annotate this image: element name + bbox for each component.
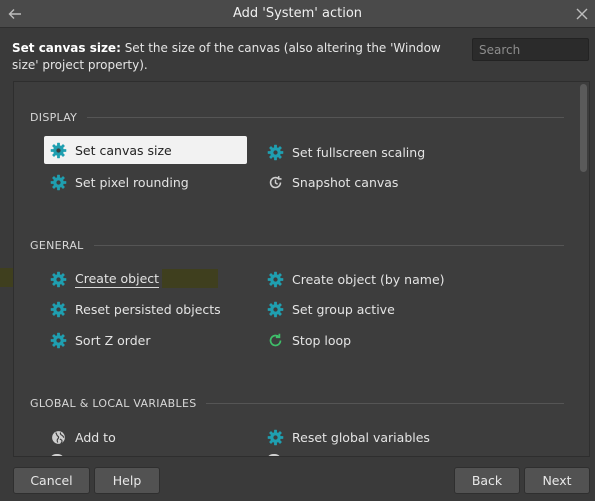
action-description: Set canvas size: Set the size of the can… — [12, 40, 460, 74]
gear-icon — [50, 174, 67, 191]
action-reset-persisted-objects[interactable]: Reset persisted objects — [44, 295, 254, 323]
gear-icon — [50, 301, 67, 318]
back-button[interactable]: Back — [454, 467, 520, 494]
section-header-variables: GLOBAL & LOCAL VARIABLES — [30, 395, 564, 411]
section-divider — [87, 116, 564, 118]
action-label: Set canvas size — [75, 142, 172, 158]
action-label: Create object — [75, 270, 160, 288]
gear-icon — [267, 429, 284, 446]
section-label-display: DISPLAY — [30, 110, 78, 124]
scrollbar[interactable] — [580, 84, 587, 454]
action-label: Create object (by name) — [292, 271, 445, 287]
gear-icon — [50, 142, 67, 159]
action-set-pixel-rounding[interactable]: Set pixel rounding — [44, 168, 244, 196]
action-set-canvas-size[interactable]: Set canvas size — [44, 136, 247, 164]
section-header-display: DISPLAY — [30, 109, 564, 125]
action-list-panel[interactable]: DISPLAY Set canvas size Set fullscreen s… — [13, 81, 590, 457]
action-label: Stop loop — [292, 332, 352, 348]
action-label: Reset persisted objects — [75, 301, 221, 317]
section-divider — [93, 244, 564, 246]
action-set-fullscreen-scaling[interactable]: Set fullscreen scaling — [261, 138, 501, 166]
search-input[interactable] — [472, 38, 589, 61]
action-add-to[interactable]: Add to — [44, 423, 244, 451]
section-label-general: GENERAL — [30, 238, 84, 252]
partial-icon — [50, 454, 64, 456]
gear-icon — [267, 144, 284, 161]
action-label: Add to — [75, 429, 116, 445]
action-label: Set fullscreen scaling — [292, 144, 426, 160]
section-divider — [206, 402, 564, 404]
globe-icon — [50, 429, 67, 446]
action-label: Snapshot canvas — [292, 174, 399, 190]
action-label: Set pixel rounding — [75, 174, 189, 190]
action-set-group-active[interactable]: Set group active — [261, 295, 461, 323]
action-snapshot-canvas[interactable]: Snapshot canvas — [261, 168, 461, 196]
gear-icon — [267, 301, 284, 318]
scrollbar-thumb[interactable] — [580, 84, 587, 172]
next-button[interactable]: Next — [524, 467, 590, 494]
action-create-object[interactable]: Create object — [44, 265, 244, 293]
help-button[interactable]: Help — [94, 467, 160, 494]
partial-icon — [267, 454, 281, 456]
action-label: Set group active — [292, 301, 395, 317]
action-label: Sort Z order — [75, 332, 151, 348]
title-bar: Add 'System' action — [0, 0, 595, 28]
action-reset-global-variables[interactable]: Reset global variables — [261, 423, 501, 451]
section-label-variables: GLOBAL & LOCAL VARIABLES — [30, 396, 197, 410]
close-icon[interactable] — [573, 5, 591, 23]
gear-icon — [267, 271, 284, 288]
action-create-object-by-name[interactable]: Create object (by name) — [261, 265, 501, 293]
action-stop-loop[interactable]: Stop loop — [261, 326, 461, 354]
description-title: Set canvas size: — [12, 41, 121, 55]
cancel-button[interactable]: Cancel — [13, 467, 90, 494]
loop-icon — [267, 332, 284, 349]
action-sort-z-order[interactable]: Sort Z order — [44, 326, 244, 354]
window-title: Add 'System' action — [232, 6, 363, 21]
snapshot-icon — [267, 174, 284, 191]
gear-icon — [50, 271, 67, 288]
gear-icon — [50, 332, 67, 349]
action-label: Reset global variables — [292, 429, 430, 445]
section-header-general: GENERAL — [30, 237, 564, 253]
